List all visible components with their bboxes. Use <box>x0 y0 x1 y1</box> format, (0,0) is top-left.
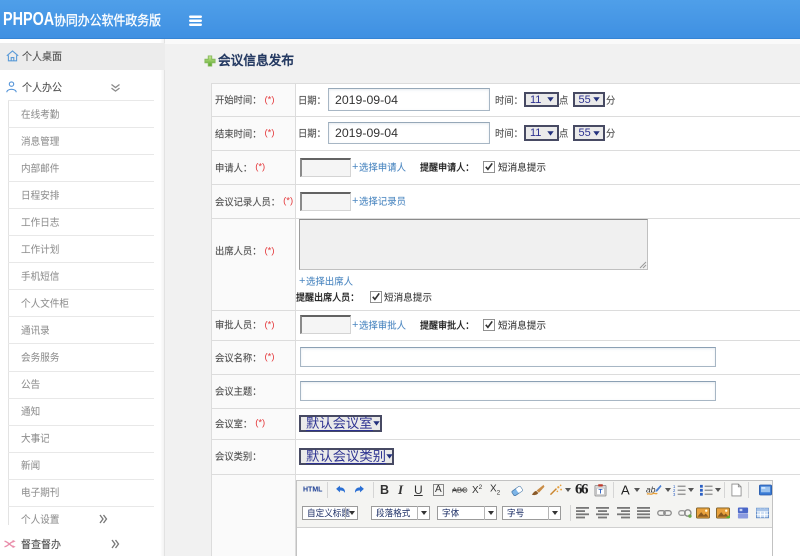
svg-text:T: T <box>599 489 603 496</box>
svg-text:3: 3 <box>673 492 676 497</box>
